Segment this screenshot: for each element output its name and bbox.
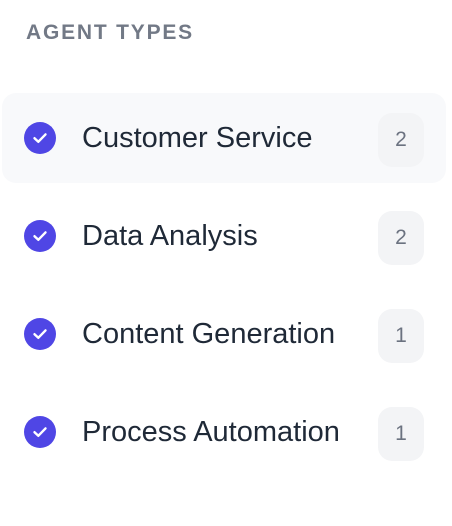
check-circle-icon[interactable] (24, 122, 56, 154)
filter-item-label: Customer Service (82, 122, 313, 154)
filter-item-customer-service[interactable]: Customer Service 2 (2, 93, 446, 183)
filter-item-label: Content Generation (82, 318, 336, 350)
count-badge: 2 (378, 211, 424, 265)
agent-type-list: Customer Service 2 Data Analysis 2 Conte… (0, 93, 452, 485)
count-badge: 1 (378, 309, 424, 363)
section-title: AGENT TYPES (26, 21, 194, 44)
count-badge: 1 (378, 407, 424, 461)
filter-item-content-generation[interactable]: Content Generation 1 (2, 289, 446, 379)
count-badge: 2 (378, 113, 424, 167)
check-circle-icon[interactable] (24, 318, 56, 350)
check-circle-icon[interactable] (24, 220, 56, 252)
check-circle-icon[interactable] (24, 416, 56, 448)
filter-item-data-analysis[interactable]: Data Analysis 2 (2, 191, 446, 281)
filter-item-process-automation[interactable]: Process Automation 1 (2, 387, 446, 477)
filter-item-label: Data Analysis (82, 220, 258, 252)
agent-types-filter-panel: AGENT TYPES Customer Service 2 Data Anal… (0, 0, 452, 526)
filter-item-label: Process Automation (82, 416, 340, 448)
